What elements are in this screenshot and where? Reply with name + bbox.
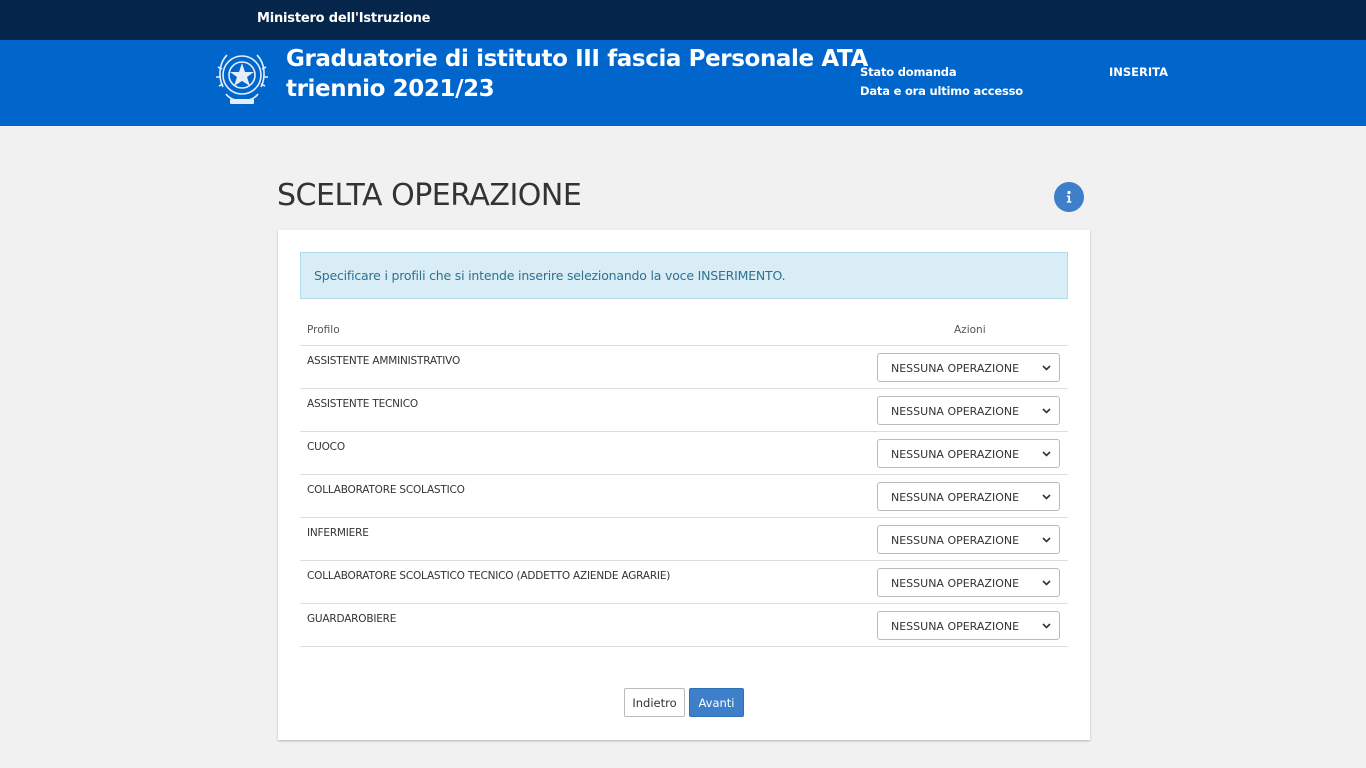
- info-icon: [1066, 190, 1072, 203]
- profile-name: ASSISTENTE AMMINISTRATIVO: [307, 355, 461, 367]
- table-row: ASSISTENTE AMMINISTRATIVO NESSUNA OPERAZ…: [300, 346, 1068, 389]
- next-button[interactable]: Avanti: [689, 688, 744, 717]
- profile-name: ASSISTENTE TECNICO: [307, 398, 418, 410]
- chevron-down-icon: [1042, 537, 1051, 543]
- info-button[interactable]: [1054, 182, 1084, 212]
- operation-select-value: NESSUNA OPERAZIONE: [891, 405, 1020, 418]
- app-header: Graduatorie di istituto III fascia Perso…: [0, 40, 1366, 126]
- column-header-actions: Azioni: [954, 324, 986, 336]
- table-row: CUOCO NESSUNA OPERAZIONE: [300, 432, 1068, 475]
- profile-name: INFERMIERE: [307, 527, 369, 539]
- operation-select[interactable]: NESSUNA OPERAZIONE: [877, 353, 1060, 382]
- profile-name: COLLABORATORE SCOLASTICO: [307, 484, 465, 496]
- info-alert: Specificare i profili che si intende ins…: [300, 252, 1068, 299]
- app-title: Graduatorie di istituto III fascia Perso…: [286, 44, 868, 104]
- profile-name: CUOCO: [307, 441, 345, 453]
- operation-select-value: NESSUNA OPERAZIONE: [891, 491, 1020, 504]
- profile-name: GUARDAROBIERE: [307, 613, 397, 625]
- application-status-value: INSERITA: [1109, 65, 1169, 79]
- operation-select[interactable]: NESSUNA OPERAZIONE: [877, 525, 1060, 554]
- page-title: SCELTA OPERAZIONE: [277, 178, 582, 213]
- operation-select[interactable]: NESSUNA OPERAZIONE: [877, 396, 1060, 425]
- table-row: GUARDAROBIERE NESSUNA OPERAZIONE: [300, 604, 1068, 647]
- profile-name: COLLABORATORE SCOLASTICO TECNICO (ADDETT…: [307, 570, 671, 582]
- operation-select-value: NESSUNA OPERAZIONE: [891, 448, 1020, 461]
- application-status-label: Stato domanda: [860, 65, 957, 79]
- table-row: COLLABORATORE SCOLASTICO TECNICO (ADDETT…: [300, 561, 1068, 604]
- app-title-line-1: Graduatorie di istituto III fascia Perso…: [286, 46, 868, 72]
- operation-card: Specificare i profili che si intende ins…: [278, 230, 1090, 740]
- table-row: COLLABORATORE SCOLASTICO NESSUNA OPERAZI…: [300, 475, 1068, 518]
- operation-select-value: NESSUNA OPERAZIONE: [891, 362, 1020, 375]
- back-button[interactable]: Indietro: [624, 688, 685, 717]
- operation-select[interactable]: NESSUNA OPERAZIONE: [877, 482, 1060, 511]
- table-row: INFERMIERE NESSUNA OPERAZIONE: [300, 518, 1068, 561]
- chevron-down-icon: [1042, 580, 1051, 586]
- table-header: Profilo Azioni: [300, 322, 1068, 346]
- column-header-profile: Profilo: [307, 324, 340, 336]
- table-row: ASSISTENTE TECNICO NESSUNA OPERAZIONE: [300, 389, 1068, 432]
- operation-select[interactable]: NESSUNA OPERAZIONE: [877, 568, 1060, 597]
- operation-select-value: NESSUNA OPERAZIONE: [891, 577, 1020, 590]
- status-labels: Stato domanda Data e ora ultimo accesso: [860, 63, 1023, 101]
- operation-select[interactable]: NESSUNA OPERAZIONE: [877, 439, 1060, 468]
- italian-republic-emblem-icon: [216, 54, 268, 104]
- operation-select-value: NESSUNA OPERAZIONE: [891, 534, 1020, 547]
- chevron-down-icon: [1042, 365, 1051, 371]
- chevron-down-icon: [1042, 408, 1051, 414]
- top-bar: Ministero dell'Istruzione: [0, 0, 1366, 40]
- app-title-line-2: triennio 2021/23: [286, 76, 495, 102]
- chevron-down-icon: [1042, 623, 1051, 629]
- profiles-table: Profilo Azioni ASSISTENTE AMMINISTRATIVO…: [300, 322, 1068, 647]
- last-access-label: Data e ora ultimo accesso: [860, 84, 1023, 98]
- ministry-name: Ministero dell'Istruzione: [257, 11, 431, 26]
- operation-select[interactable]: NESSUNA OPERAZIONE: [877, 611, 1060, 640]
- operation-select-value: NESSUNA OPERAZIONE: [891, 620, 1020, 633]
- chevron-down-icon: [1042, 494, 1051, 500]
- chevron-down-icon: [1042, 451, 1051, 457]
